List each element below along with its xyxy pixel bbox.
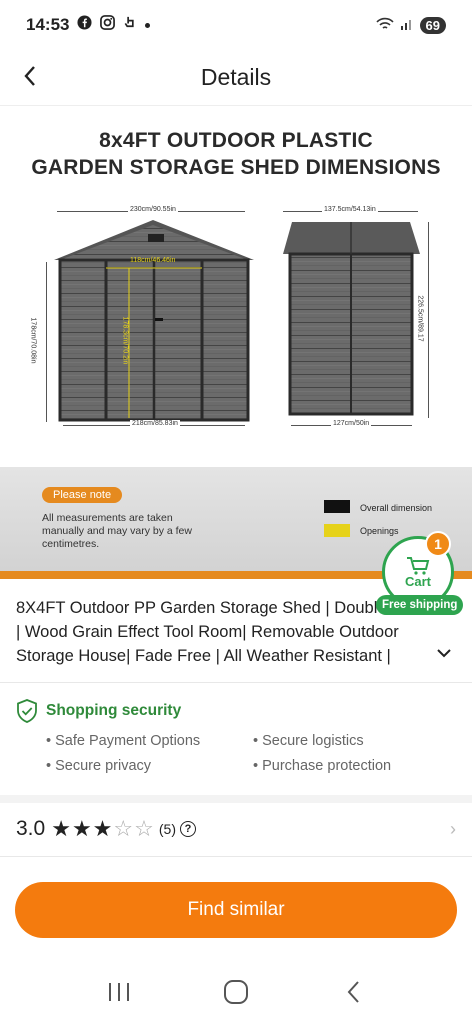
facebook-icon	[77, 15, 93, 35]
shopping-security-section[interactable]: Shopping security • Safe Payment Options…	[0, 690, 472, 792]
star-empty-icon: ☆	[134, 816, 154, 841]
image-title: 8x4FT OUTDOOR PLASTIC GARDEN STORAGE SHE…	[0, 127, 472, 181]
system-back-button[interactable]	[333, 972, 373, 1012]
back-button[interactable]	[16, 62, 44, 90]
instagram-icon	[100, 15, 116, 35]
battery-indicator: 69	[419, 16, 446, 34]
cart-icon	[407, 556, 430, 575]
dim-door-height: 178.3cm/70.2in	[121, 316, 129, 365]
shed-front-illustration	[54, 220, 254, 422]
product-image[interactable]: 8x4FT OUTDOOR PLASTIC GARDEN STORAGE SHE…	[0, 107, 472, 579]
status-bar: 14:53 69	[0, 0, 472, 50]
chevron-right-icon: ›	[450, 818, 456, 839]
home-button[interactable]	[216, 972, 256, 1012]
dim-line-front-left	[46, 262, 47, 422]
note-text: All measurements are taken manually and …	[42, 512, 192, 550]
wifi-icon	[375, 17, 394, 34]
dim-base-width: 218cm/85.83in	[130, 420, 180, 427]
rating-value: 3.0	[16, 817, 46, 840]
image-title-line1: 8x4FT OUTDOOR PLASTIC	[99, 129, 373, 152]
security-item-label: Secure logistics	[262, 733, 364, 749]
security-title: Shopping security	[46, 702, 182, 719]
dim-door-width: 118cm/46.46in	[130, 257, 176, 264]
dim-side-width: 137.5cm/54.13in	[322, 206, 378, 213]
header: Details	[0, 50, 472, 106]
chevron-down-icon	[437, 648, 451, 657]
divider	[0, 856, 472, 857]
star-filled-icon: ★	[92, 816, 113, 841]
security-item: • Secure logistics	[253, 733, 364, 749]
dim-line-side-right	[428, 222, 429, 418]
dot-icon	[145, 22, 151, 28]
rating-stars: ★ ★ ★ ☆ ☆	[51, 818, 155, 840]
signal-icon	[400, 17, 414, 33]
image-title-line2: GARDEN STORAGE SHED DIMENSIONS	[31, 156, 441, 179]
dim-side-height: 226.5cm/89.17	[416, 293, 424, 344]
rating-count: (5)	[158, 821, 176, 837]
legend-swatch-overall	[324, 500, 350, 513]
system-nav-bar	[0, 960, 472, 1024]
shield-check-icon	[17, 699, 37, 723]
rating-row[interactable]: 3.0 ★ ★ ★ ☆ ☆ (5) ? ›	[0, 804, 472, 854]
expand-title-button[interactable]	[434, 643, 454, 663]
divider	[0, 682, 472, 683]
star-filled-icon: ★	[71, 816, 92, 841]
status-time: 14:53	[26, 15, 70, 34]
legend-swatch-openings	[324, 524, 350, 537]
dim-front-width: 230cm/90.55in	[128, 206, 178, 213]
chevron-left-icon	[24, 66, 35, 86]
page-title: Details	[200, 64, 272, 90]
security-item: • Safe Payment Options	[46, 733, 201, 749]
divider	[0, 795, 472, 803]
security-item-label: Secure privacy	[55, 758, 152, 774]
find-similar-button[interactable]: Find similar	[15, 882, 457, 938]
star-filled-icon: ★	[51, 816, 71, 841]
shed-side-illustration	[283, 222, 420, 416]
recent-apps-button[interactable]	[99, 972, 139, 1012]
cart-label: Cart	[404, 573, 431, 589]
free-shipping-badge: Free shipping	[376, 595, 464, 615]
security-item-label: Safe Payment Options	[55, 733, 201, 749]
back-arrow-icon	[347, 981, 360, 1003]
security-item-label: Purchase protection	[262, 758, 392, 774]
star-empty-icon: ☆	[113, 816, 134, 841]
note-badge: Please note	[42, 487, 123, 503]
cart-count-badge: 1	[425, 531, 451, 557]
recent-apps-icon	[108, 983, 129, 1001]
dim-height: 178cm/70.08in	[29, 317, 37, 364]
help-icon[interactable]: ?	[180, 821, 196, 837]
security-item: • Purchase protection	[253, 758, 392, 774]
legend-label-overall: Overall dimension	[360, 503, 433, 513]
home-icon	[223, 980, 248, 1004]
security-item: • Secure privacy	[46, 758, 152, 774]
product-title: 8X4FT Outdoor PP Garden Storage Shed | D…	[16, 599, 427, 665]
legend-label-openings: Openings	[360, 526, 399, 536]
dim-side-base: 127cm/50in	[331, 420, 372, 427]
touch-icon	[123, 15, 137, 35]
